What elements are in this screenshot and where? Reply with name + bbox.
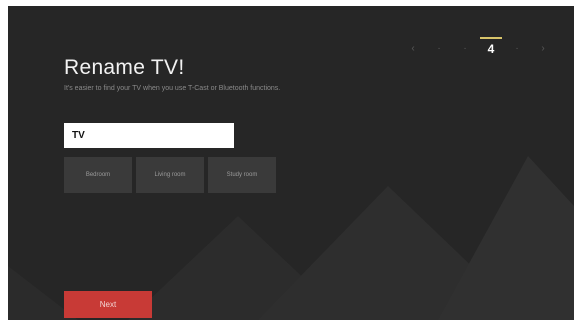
step-dot: · (463, 43, 467, 54)
name-presets: Bedroom Living room Study room (64, 157, 276, 193)
step-current: 4 (478, 37, 504, 56)
page-title: Rename TV! (64, 56, 185, 79)
preset-study-room[interactable]: Study room (208, 157, 276, 193)
background-mountain (438, 156, 574, 320)
setup-step-indicator: ‹ · · 4 · › (400, 37, 556, 56)
next-button[interactable]: Next (64, 291, 152, 318)
page-subtitle: It's easier to find your TV when you use… (64, 85, 281, 92)
step-dot: · (437, 43, 441, 54)
tv-name-input[interactable] (64, 123, 234, 148)
step-next: › (541, 43, 545, 54)
preset-living-room[interactable]: Living room (136, 157, 204, 193)
tv-setup-screen: ‹ · · 4 · › Rename TV! It's easier to fi… (8, 6, 574, 320)
step-dot: · (515, 43, 519, 54)
preset-bedroom[interactable]: Bedroom (64, 157, 132, 193)
step-prev: ‹ (411, 43, 415, 54)
